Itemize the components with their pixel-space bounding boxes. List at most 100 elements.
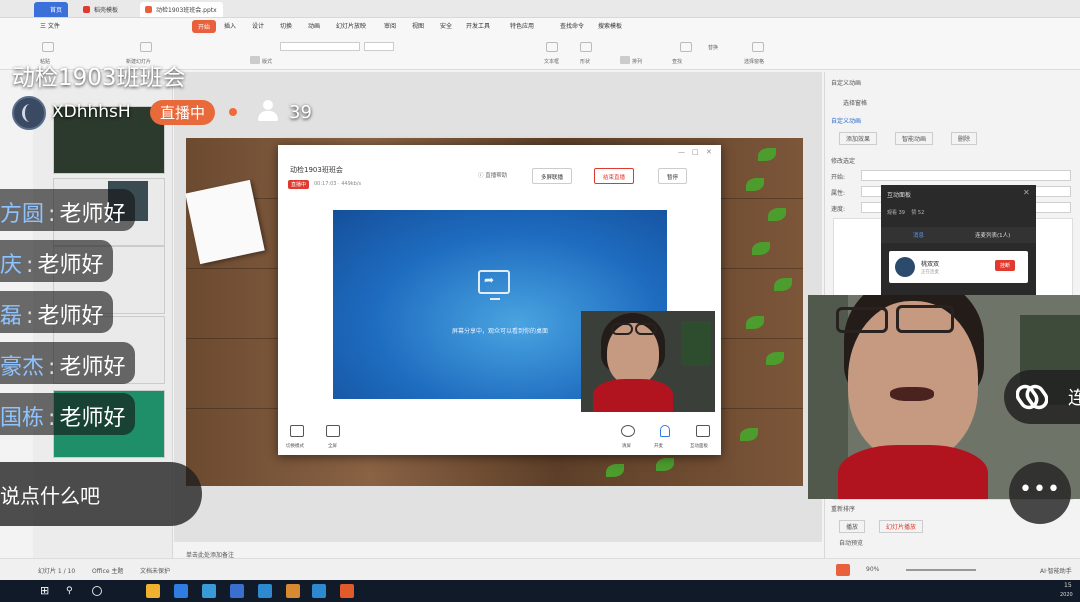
more-options-button[interactable]: ••• xyxy=(1009,462,1071,524)
notes-placeholder[interactable]: 单击此处添加备注 xyxy=(186,550,234,559)
connect-label: 连 xyxy=(1068,388,1080,409)
multi-screen-button[interactable]: 多屏联播 xyxy=(532,168,573,184)
menu-start[interactable]: 开始 xyxy=(192,20,217,33)
menu-search-command[interactable]: 查找命令 xyxy=(560,21,584,30)
link-icon xyxy=(1016,384,1048,410)
ai-assistant[interactable]: AI·智能助手 xyxy=(1040,566,1072,575)
shape-label: 形状 xyxy=(580,59,591,65)
taskbar-time: 15 xyxy=(1064,582,1072,589)
wps-taskbar-icon[interactable] xyxy=(340,584,354,598)
ie-icon[interactable] xyxy=(174,584,188,598)
tab-mic-queue[interactable]: 连麦列表(1人) xyxy=(975,231,1010,239)
comment-user: 豪杰 xyxy=(0,355,45,380)
host-name[interactable]: XDhhhsH xyxy=(52,102,131,122)
tab-home[interactable]: 首页 xyxy=(34,2,69,17)
wps-status-bar: 幻灯片 1 / 10 Office 主题 文档未保护 单击此处添加备注 90% … xyxy=(0,552,1080,580)
theme-name: Office 主题 xyxy=(92,568,124,575)
end-stream-button[interactable]: 结束直播 xyxy=(594,168,635,184)
select-pane-icon[interactable] xyxy=(752,42,764,52)
custom-animation-link[interactable]: 自定义动画 xyxy=(831,116,861,125)
menu-design[interactable]: 设计 xyxy=(252,21,264,30)
menu-slideshow[interactable]: 幻灯片放映 xyxy=(336,21,366,30)
auto-preview-checkbox[interactable]: 自动预览 xyxy=(839,538,863,547)
protect-status[interactable]: 文档未保护 xyxy=(140,566,170,575)
switch-mode-label: 切换模式 xyxy=(286,444,304,449)
menu-search-template[interactable]: 搜索模板 xyxy=(598,21,622,30)
menu-security[interactable]: 安全 xyxy=(440,21,452,30)
app-icon[interactable] xyxy=(258,584,272,598)
tab-document[interactable]: 动检1903班班会.pptx xyxy=(140,2,223,17)
app-icon[interactable] xyxy=(202,584,216,598)
avatar[interactable] xyxy=(12,96,46,130)
dialog-live-tag: 直播中 xyxy=(288,180,310,189)
menu-view[interactable]: 视图 xyxy=(412,21,424,30)
task-view-icon[interactable] xyxy=(92,586,102,596)
menu-file[interactable]: 三 文件 xyxy=(40,21,60,30)
app-icon[interactable] xyxy=(286,584,300,598)
close-icon[interactable]: ✕ xyxy=(1023,188,1030,197)
mic-user-status: 正在连麦 xyxy=(921,270,939,275)
close-icon[interactable]: ✕ xyxy=(706,148,712,156)
interact-panel-icon[interactable] xyxy=(696,425,710,437)
comment-message: 老师好 xyxy=(37,253,104,278)
find-icon[interactable] xyxy=(680,42,692,52)
tab-messages[interactable]: 消息 xyxy=(913,231,924,239)
hang-up-button[interactable]: 挂断 xyxy=(995,260,1016,271)
zoom-slider[interactable] xyxy=(906,569,976,571)
replace-label[interactable]: 替换 xyxy=(708,44,718,51)
slide-count: 幻灯片 1 / 10 xyxy=(38,568,76,575)
stream-help-link[interactable]: ⓘ 直播帮助 xyxy=(478,171,507,179)
textbox-icon[interactable] xyxy=(546,42,558,52)
comment-message: 老师好 xyxy=(59,202,126,227)
comment-user: 庆 xyxy=(0,253,23,278)
add-effect-button[interactable]: 添加效果 xyxy=(839,132,878,145)
start-select[interactable] xyxy=(861,170,1071,181)
chat-comment: 国栋: 老师好 xyxy=(0,393,136,435)
zoom-level[interactable]: 90% xyxy=(866,566,879,573)
menu-devtools[interactable]: 开发工具 xyxy=(466,21,490,30)
menu-animation[interactable]: 动画 xyxy=(308,21,320,30)
comment-user: 国栋 xyxy=(0,406,45,431)
arrange-icon[interactable] xyxy=(620,56,630,64)
maximize-icon[interactable]: □ xyxy=(692,148,699,156)
slideshow-button[interactable]: 幻灯片播放 xyxy=(879,520,924,533)
clear-screen-icon[interactable] xyxy=(621,425,635,437)
menu-features[interactable]: 特色应用 xyxy=(510,21,534,30)
grid-mode-icon[interactable] xyxy=(290,425,304,437)
windows-start-icon[interactable]: ⊞ xyxy=(40,584,54,598)
menu-review[interactable]: 审阅 xyxy=(384,21,396,30)
pause-button[interactable]: 暂停 xyxy=(658,168,688,184)
play-button[interactable]: 播放 xyxy=(839,520,866,533)
smart-animation-button[interactable]: 智能动画 xyxy=(895,132,934,145)
speed-label: 速度: xyxy=(831,206,846,213)
mic-user-name: 桃双双 xyxy=(921,261,940,268)
tab-templates[interactable]: 稻壳模板 xyxy=(78,2,124,17)
search-icon[interactable]: ⚲ xyxy=(66,584,80,598)
file-explorer-icon[interactable] xyxy=(146,584,160,598)
layout-icon[interactable] xyxy=(250,56,260,64)
viewer-person-icon xyxy=(258,100,278,122)
select-pane-link[interactable]: 选择窗格 xyxy=(843,98,867,107)
font-size-select[interactable] xyxy=(364,42,394,51)
microphone-icon[interactable] xyxy=(660,425,670,437)
viewer-count[interactable]: 39 xyxy=(289,102,312,123)
play-slideshow-icon[interactable] xyxy=(836,564,850,576)
comment-message: 老师好 xyxy=(37,304,104,329)
menu-insert[interactable]: 插入 xyxy=(224,21,236,30)
fullscreen-icon[interactable] xyxy=(326,425,340,437)
new-slide-icon[interactable] xyxy=(140,42,152,52)
app-icon[interactable] xyxy=(230,584,244,598)
dialog-stream-time: 00:17:03 · 449kb/s xyxy=(314,181,362,187)
delete-effect-button[interactable]: 删除 xyxy=(951,132,978,145)
minimize-icon[interactable]: — xyxy=(678,148,685,156)
mic-connect-button[interactable]: 连 xyxy=(1004,370,1080,424)
app-icon[interactable] xyxy=(312,584,326,598)
comment-user: 磊 xyxy=(0,304,23,329)
paste-icon[interactable] xyxy=(42,42,54,52)
chat-comment: 庆: 老师好 xyxy=(0,240,114,282)
menu-transition[interactable]: 切换 xyxy=(280,21,292,30)
chat-input[interactable]: 说点什么吧 xyxy=(0,462,202,526)
font-name-select[interactable] xyxy=(280,42,360,51)
pptx-icon xyxy=(145,6,152,13)
shape-icon[interactable] xyxy=(580,42,592,52)
